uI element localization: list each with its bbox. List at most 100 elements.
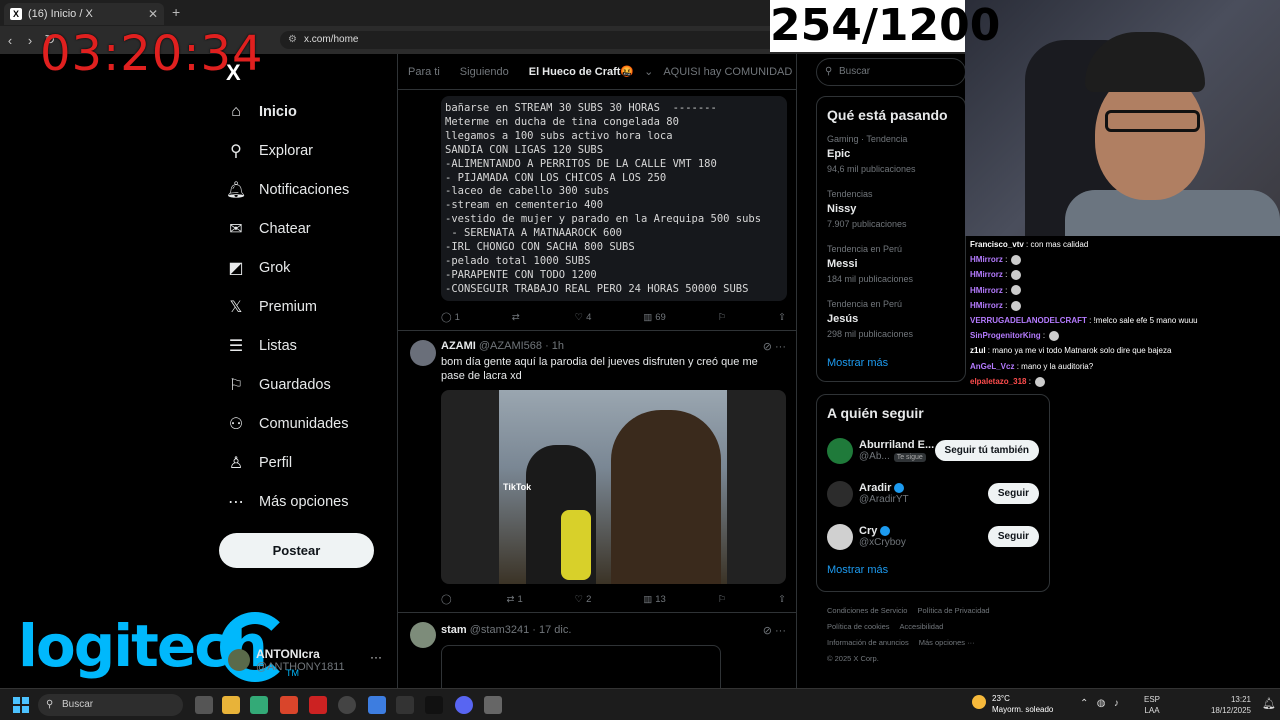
- sidebar-item-perfil[interactable]: ♙ Perfil: [219, 443, 389, 482]
- sidebar-item-comunidades[interactable]: ⚇ Comunidades: [219, 404, 389, 443]
- follow-name[interactable]: Aradir: [859, 482, 891, 494]
- site-info-icon[interactable]: ⚙: [288, 31, 297, 49]
- account-more-icon[interactable]: ···: [370, 650, 382, 664]
- chevron-down-icon[interactable]: ⌄: [644, 65, 653, 78]
- like-button[interactable]: ♡ 4: [575, 312, 592, 323]
- file-explorer-icon[interactable]: [222, 696, 240, 714]
- sidebar-item-explorar[interactable]: ⚲ Explorar: [219, 131, 389, 170]
- follow-suggestion[interactable]: Aburriland E... @Ab... Te sigue Seguir tú t…: [817, 429, 1049, 472]
- sidebar-item-listas[interactable]: ☰ Listas: [219, 326, 389, 365]
- forward-icon[interactable]: ›: [20, 33, 40, 48]
- tweet-video[interactable]: TikTok: [441, 390, 786, 584]
- avatar[interactable]: [827, 480, 853, 507]
- follow-suggestion[interactable]: Cry @xCryboy Seguir: [817, 515, 1049, 558]
- follow-suggestion[interactable]: Aradir @AradirYT Seguir: [817, 472, 1049, 515]
- system-tray[interactable]: ⌃ ◍ ♪: [1080, 698, 1124, 709]
- footer-link[interactable]: Condiciones de Servicio: [827, 606, 907, 615]
- avatar[interactable]: [827, 437, 853, 464]
- bookmark-button[interactable]: ⚐: [718, 594, 727, 605]
- capcut-icon[interactable]: [425, 696, 443, 714]
- search-input[interactable]: ⚲ Buscar: [816, 58, 966, 86]
- follow-name[interactable]: Cry: [859, 525, 877, 537]
- footer-link[interactable]: Política de Privacidad: [917, 606, 989, 615]
- brave-browser-icon[interactable]: [280, 696, 298, 714]
- repost-button[interactable]: ⇄ 1: [506, 594, 522, 605]
- tab-1[interactable]: Para ti: [398, 66, 450, 78]
- like-button[interactable]: ♡ 2: [575, 594, 592, 605]
- footer-link[interactable]: Más opciones ···: [919, 638, 975, 647]
- follow-button[interactable]: Seguir: [987, 526, 1039, 547]
- views-button[interactable]: ▥ 69: [643, 312, 666, 323]
- discord-icon[interactable]: [455, 696, 473, 714]
- trends-show-more[interactable]: Mostrar más: [817, 351, 965, 375]
- microphone-icon[interactable]: ♪: [1114, 698, 1119, 709]
- sidebar-item-más-opciones[interactable]: ⋯ Más opciones: [219, 482, 389, 521]
- share-button[interactable]: ⇪: [778, 312, 786, 323]
- more-icon[interactable]: ⊘ ···: [763, 340, 786, 353]
- account-switcher[interactable]: ANTONIcra @ANTHONY1811 ···: [228, 642, 388, 678]
- tweet-image-text[interactable]: bañarse en STREAM 30 SUBS 30 HORAS -----…: [441, 96, 787, 301]
- bookmark-button[interactable]: ⚐: [718, 312, 727, 323]
- trend-item[interactable]: Tendencia en Perú Messi 184 mil publicacio…: [817, 241, 965, 296]
- close-tab-icon[interactable]: ✕: [148, 7, 158, 21]
- reply-button[interactable]: ◯: [441, 594, 455, 605]
- obs-icon[interactable]: [338, 696, 356, 714]
- post-button[interactable]: Postear: [219, 533, 374, 568]
- tab-3[interactable]: El Hueco de Craft🤬: [519, 65, 644, 78]
- chevron-up-icon[interactable]: ⌃: [1080, 698, 1088, 709]
- author-name[interactable]: AZAMI: [441, 340, 476, 352]
- trend-item[interactable]: Tendencia en Perú Jesús 298 mil publicacio…: [817, 296, 965, 351]
- new-tab-icon[interactable]: +: [172, 4, 180, 20]
- sidebar-item-notificaciones[interactable]: 🔔︎ Notificaciones: [219, 170, 389, 209]
- follow-name[interactable]: Aburriland E...: [859, 439, 934, 451]
- more-options-icon: ⋯: [228, 493, 244, 511]
- app-icon[interactable]: [309, 696, 327, 714]
- tab-2[interactable]: Siguiendo: [450, 66, 519, 78]
- footer-link[interactable]: Accesibilidad: [900, 622, 944, 631]
- language-indicator[interactable]: ESP LAA: [1144, 694, 1160, 716]
- follow-show-more[interactable]: Mostrar más: [817, 558, 1049, 582]
- app-icon[interactable]: [396, 696, 414, 714]
- app-tray-icon[interactable]: ◍: [1097, 698, 1106, 709]
- trend-item[interactable]: Gaming · Tendencia Epic 94,6 mil publicaci…: [817, 131, 965, 186]
- trend-item[interactable]: Tendencias Nissy 7.907 publicaciones: [817, 186, 965, 241]
- streamer-glasses: [1105, 110, 1200, 132]
- views-button[interactable]: ▥ 13: [643, 594, 666, 605]
- footer-link[interactable]: © 2025 X Corp.: [827, 654, 879, 663]
- notepad-icon[interactable]: [368, 696, 386, 714]
- back-icon[interactable]: ‹: [0, 33, 20, 48]
- sidebar-item-inicio[interactable]: ⌂ Inicio: [219, 92, 389, 131]
- windows-start-icon[interactable]: [13, 697, 29, 713]
- avatar[interactable]: [410, 340, 436, 366]
- sidebar-item-grok[interactable]: ◩ Grok: [219, 248, 389, 287]
- follow-button[interactable]: Seguir tú también: [934, 440, 1039, 461]
- follow-info: Cry @xCryboy: [859, 525, 906, 548]
- store-icon[interactable]: [250, 696, 268, 714]
- clock[interactable]: 13:21 18/12/2025: [1205, 694, 1251, 716]
- follow-button[interactable]: Seguir: [987, 483, 1039, 504]
- browser-tab[interactable]: X (16) Inicio / X ✕: [4, 3, 164, 25]
- task-view-icon[interactable]: [195, 696, 213, 714]
- calculator-icon[interactable]: [484, 696, 502, 714]
- more-icon[interactable]: ⊘ ···: [763, 624, 786, 637]
- taskbar-search[interactable]: ⚲ Buscar: [38, 694, 183, 716]
- sidebar-item-premium[interactable]: 𝕏 Premium: [219, 287, 389, 326]
- share-button[interactable]: ⇪: [778, 594, 786, 605]
- chat-text: :: [1042, 331, 1046, 341]
- avatar[interactable]: [410, 622, 436, 648]
- footer-link[interactable]: Información de anuncios: [827, 638, 909, 647]
- reply-button[interactable]: ◯ 1: [441, 312, 460, 323]
- sidebar-item-guardados[interactable]: ⚐ Guardados: [219, 365, 389, 404]
- author-name[interactable]: stam: [441, 624, 467, 636]
- repost-button[interactable]: ⇄: [512, 312, 523, 323]
- tweet-media[interactable]: [441, 645, 721, 688]
- footer-link[interactable]: Política de cookies: [827, 622, 890, 631]
- weather-widget[interactable]: 23°C Mayorm. soleado: [972, 693, 1053, 715]
- code-line: -vestido de mujer y parado en la Arequip…: [445, 213, 762, 226]
- notification-bell-icon[interactable]: 🔔︎: [1262, 697, 1276, 710]
- sidebar-item-chatear[interactable]: ✉ Chatear: [219, 209, 389, 248]
- tab-4[interactable]: AQUISI hay COMUNIDAD: [653, 66, 796, 78]
- sidebar-item-label: Chatear: [259, 220, 311, 237]
- chat-text: :: [1005, 270, 1008, 280]
- avatar[interactable]: [827, 523, 853, 550]
